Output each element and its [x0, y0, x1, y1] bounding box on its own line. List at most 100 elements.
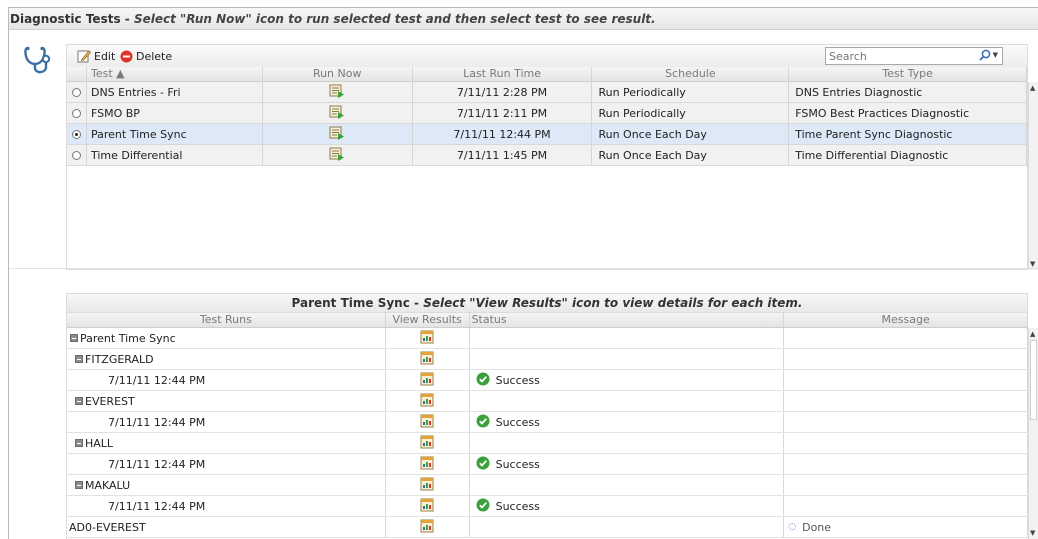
edit-button[interactable]: Edit [77, 48, 115, 64]
run-now-icon[interactable] [329, 126, 345, 143]
result-row[interactable]: FITZGERALD [67, 349, 1028, 370]
result-label: HALL [85, 436, 114, 450]
last-run-time: 7/11/11 1:45 PM [413, 145, 593, 165]
results-grid-header: Test Runs View Results Status Message [67, 313, 1028, 328]
test-name[interactable]: DNS Entries - Fri [87, 82, 263, 102]
header-schedule[interactable]: Schedule [592, 67, 790, 81]
result-label: 7/11/11 12:44 PM [67, 412, 386, 432]
result-row[interactable]: 7/11/11 12:44 PM Success [67, 496, 1028, 517]
test-name[interactable]: FSMO BP [87, 103, 263, 123]
test-type: Time Parent Sync Diagnostic [789, 124, 1027, 144]
run-now-icon[interactable] [329, 84, 345, 101]
panel-divider[interactable] [9, 268, 1038, 269]
collapse-icon[interactable] [75, 397, 83, 405]
result-row[interactable]: 7/11/11 12:44 PM Success [67, 370, 1028, 391]
header-message[interactable]: Message [784, 313, 1028, 327]
result-row[interactable]: AD0-EVEREST ◌ Done [67, 517, 1028, 538]
page-instruction: Select "Run Now" icon to run selected te… [133, 12, 656, 26]
delete-button[interactable]: Delete [120, 48, 172, 64]
results-grid-scrollbar[interactable]: ▲ ▼ [1028, 328, 1038, 539]
result-label: 7/11/11 12:44 PM [67, 454, 386, 474]
result-label: Parent Time Sync [80, 331, 176, 345]
title-separator: - [120, 12, 134, 26]
result-message [784, 328, 1028, 348]
result-row[interactable]: 7/11/11 12:44 PM Success [67, 454, 1028, 475]
view-results-icon[interactable] [420, 435, 434, 452]
view-results-icon[interactable] [420, 372, 434, 389]
test-select-radio[interactable] [71, 87, 81, 97]
view-results-icon[interactable] [420, 498, 434, 515]
result-label: EVEREST [85, 394, 135, 408]
magnifier-icon [978, 49, 990, 61]
view-results-icon[interactable] [420, 330, 434, 347]
result-message [784, 412, 1028, 432]
schedule: Run Once Each Day [592, 145, 790, 165]
tests-grid-scrollbar[interactable]: ▲ ▼ [1028, 82, 1038, 270]
view-results-icon[interactable] [420, 414, 434, 431]
result-message [784, 496, 1028, 516]
test-select-radio[interactable] [71, 108, 81, 118]
result-row[interactable]: EVEREST [67, 391, 1028, 412]
result-row[interactable]: 7/11/11 12:44 PM Success [67, 412, 1028, 433]
result-message [784, 391, 1028, 411]
green-check-icon [476, 498, 490, 515]
green-check-icon [476, 414, 490, 431]
scroll-up-arrow-icon[interactable]: ▲ [1030, 84, 1035, 92]
test-select-radio[interactable] [71, 129, 81, 139]
test-row[interactable]: DNS Entries - Fri 7/11/11 2:28 PM Run Pe… [67, 82, 1027, 103]
result-message [784, 454, 1028, 474]
test-name[interactable]: Parent Time Sync [87, 124, 263, 144]
view-results-icon[interactable] [420, 393, 434, 410]
collapse-icon[interactable] [75, 355, 83, 363]
results-grid: Test Runs View Results Status Message Pa… [66, 313, 1028, 539]
result-row[interactable]: HALL [67, 433, 1028, 454]
scroll-down-arrow-icon[interactable]: ▼ [1030, 529, 1035, 537]
scrollbar-thumb[interactable] [1030, 340, 1037, 420]
scroll-down-arrow-icon[interactable]: ▼ [1030, 260, 1035, 268]
test-name[interactable]: Time Differential [87, 145, 263, 165]
header-test-runs[interactable]: Test Runs [67, 313, 386, 327]
result-status [470, 475, 785, 495]
chevron-down-icon: ▼ [992, 51, 998, 59]
test-row[interactable]: FSMO BP 7/11/11 2:11 PM Run Periodically… [67, 103, 1027, 124]
delete-label: Delete [136, 49, 173, 63]
result-status: Success [495, 415, 540, 429]
result-message [784, 475, 1028, 495]
view-results-icon[interactable] [420, 351, 434, 368]
header-test[interactable]: Test ▲ [87, 67, 263, 81]
header-select [67, 67, 87, 81]
tests-grid-header: Test ▲ Run Now Last Run Time Schedule Te… [67, 67, 1027, 82]
run-now-icon[interactable] [329, 105, 345, 122]
header-status[interactable]: Status [470, 313, 785, 327]
page-title-bar: Diagnostic Tests - Select "Run Now" icon… [9, 8, 1038, 30]
header-run-now[interactable]: Run Now [263, 67, 413, 81]
view-results-icon[interactable] [420, 477, 434, 494]
result-status: Success [495, 373, 540, 387]
view-results-icon[interactable] [420, 456, 434, 473]
test-row-selected[interactable]: Parent Time Sync 7/11/11 12:44 PM Run On… [67, 124, 1027, 145]
test-type: Time Differential Diagnostic [789, 145, 1027, 165]
results-panel-title: Parent Time Sync - Select "View Results"… [66, 293, 1028, 313]
result-row[interactable]: Parent Time Sync [67, 328, 1028, 349]
collapse-icon[interactable] [75, 439, 83, 447]
collapse-icon[interactable] [70, 334, 78, 342]
search-input[interactable] [826, 48, 966, 64]
last-run-time: 7/11/11 2:28 PM [413, 82, 593, 102]
header-last-run-time[interactable]: Last Run Time [413, 67, 593, 81]
edit-label: Edit [94, 49, 116, 63]
pencil-edit-icon [77, 50, 91, 63]
run-now-icon[interactable] [329, 147, 345, 164]
test-select-radio[interactable] [71, 150, 81, 160]
tests-grid: Test ▲ Run Now Last Run Time Schedule Te… [66, 67, 1028, 270]
header-view-results[interactable]: View Results [386, 313, 470, 327]
test-row[interactable]: Time Differential 7/11/11 1:45 PM Run On… [67, 145, 1027, 166]
scroll-up-arrow-icon[interactable]: ▲ [1030, 330, 1035, 338]
results-title-separator: - [409, 296, 424, 310]
search-button[interactable]: ▼ [978, 49, 998, 61]
test-type: FSMO Best Practices Diagnostic [789, 103, 1027, 123]
view-results-icon[interactable] [420, 519, 434, 536]
collapse-icon[interactable] [75, 481, 83, 489]
result-status [470, 328, 785, 348]
header-test-type[interactable]: Test Type [789, 67, 1027, 81]
result-row[interactable]: MAKALU [67, 475, 1028, 496]
